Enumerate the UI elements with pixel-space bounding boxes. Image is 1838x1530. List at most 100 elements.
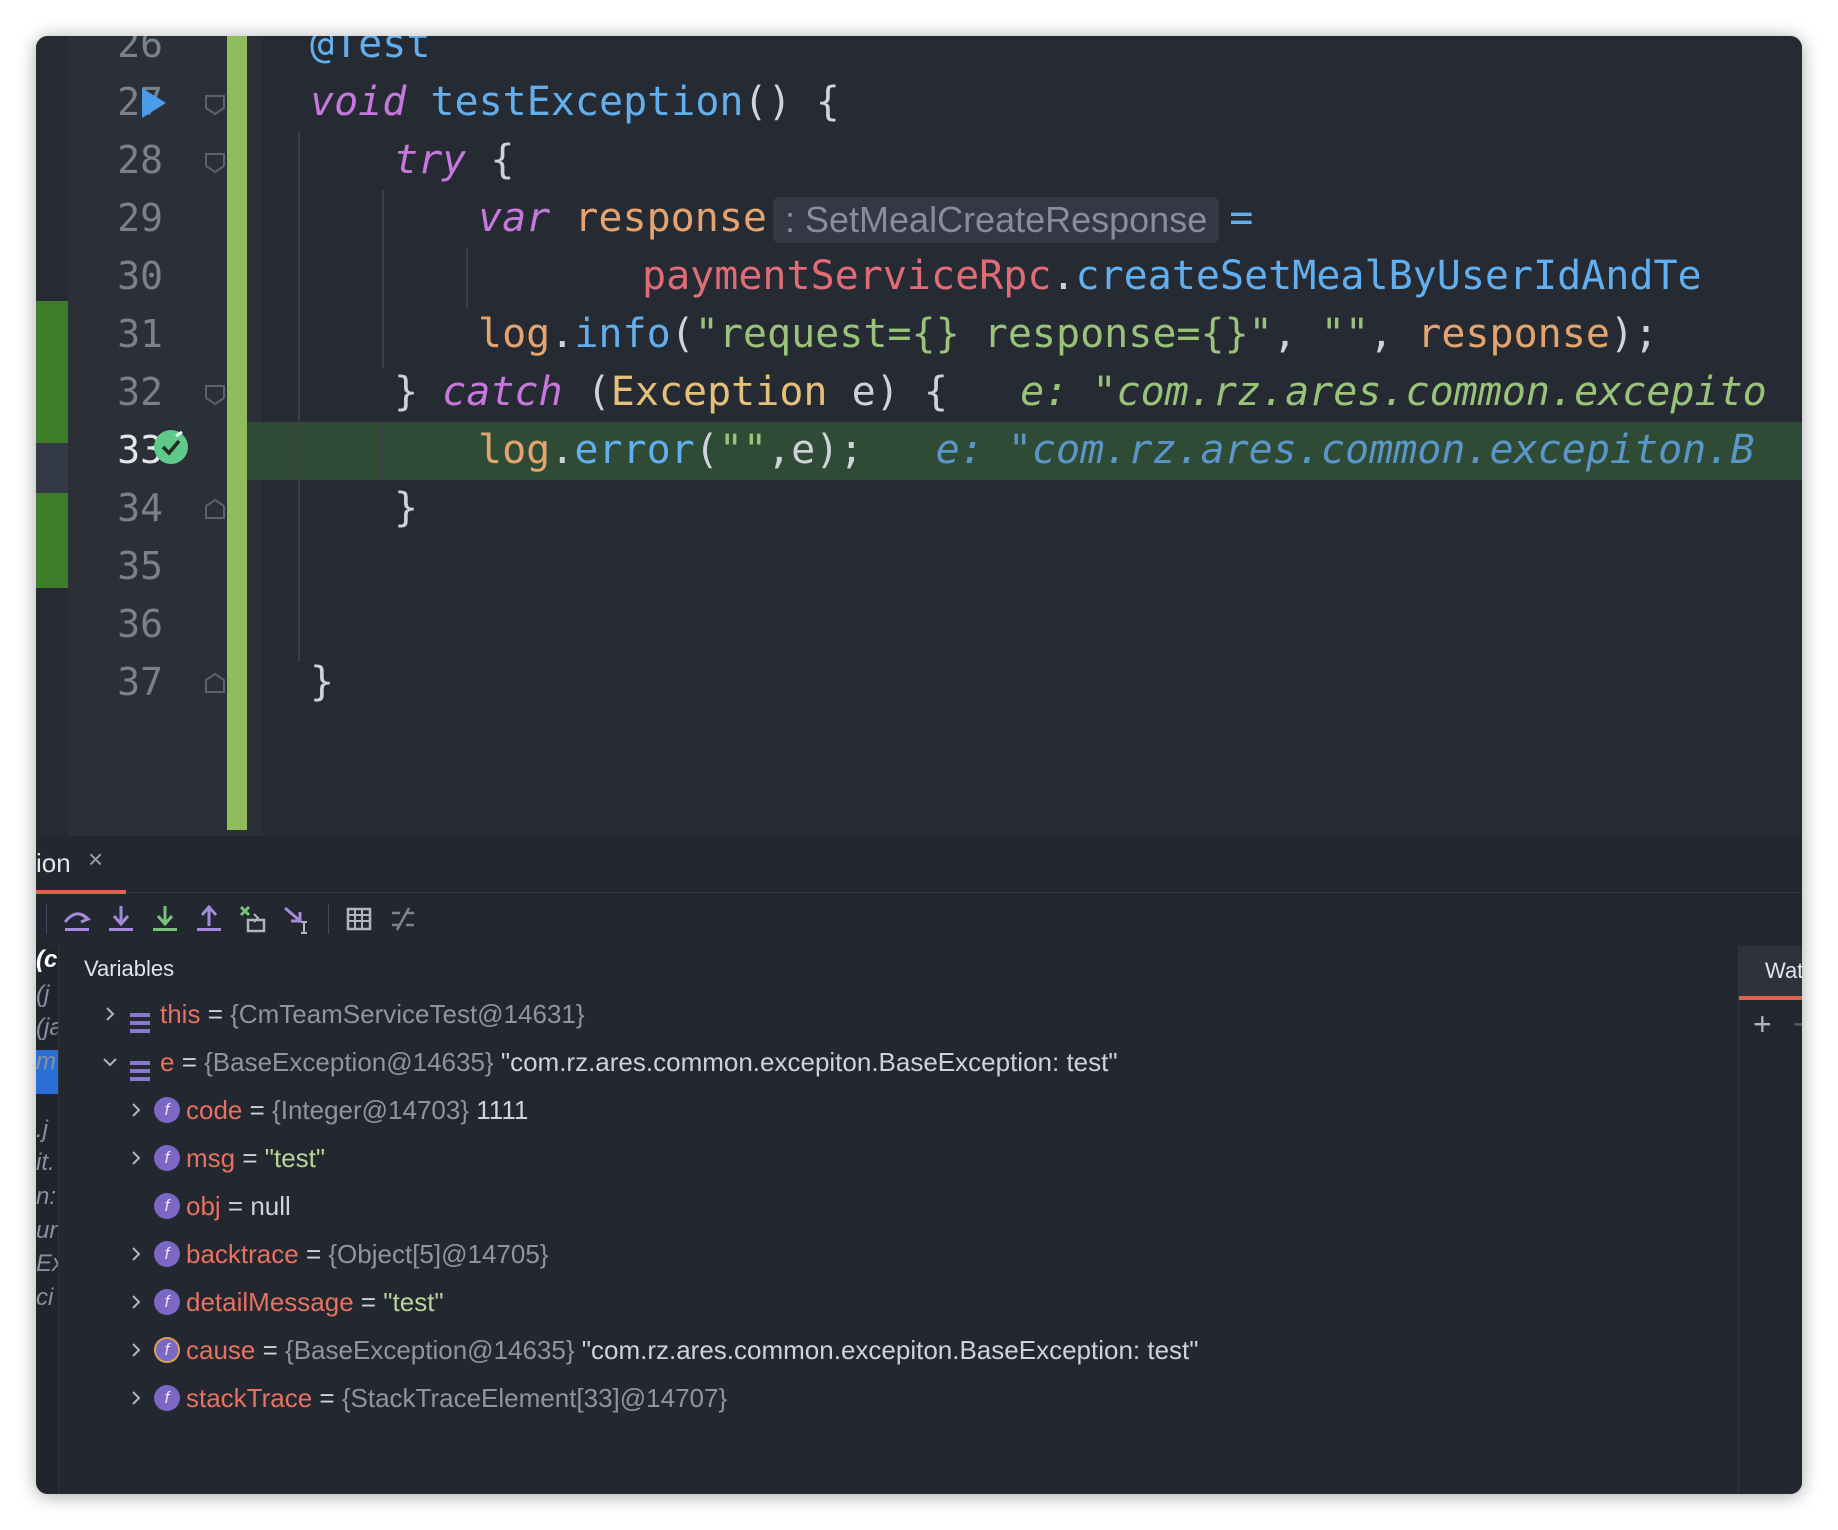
force-step-into-icon[interactable] (146, 900, 184, 938)
debugger-toolbar (36, 892, 1802, 946)
code-token: "request={} response={}" (694, 311, 1273, 357)
step-into-icon[interactable] (102, 900, 140, 938)
toolbar-separator (46, 904, 47, 934)
code-editor[interactable]: 26 @Test 27 void testException() {28 try {29… (36, 36, 1802, 836)
step-out-icon[interactable] (190, 900, 228, 938)
field-icon: f (154, 1193, 180, 1219)
variable-row[interactable]: f code = {Integer@14703} 1111 (60, 1086, 1736, 1134)
variable-equals: = (200, 999, 231, 1029)
run-test-icon[interactable] (142, 88, 166, 118)
frames-panel-edge[interactable]: (c (j (ja m .j it. n: un Ex ci (36, 946, 59, 1494)
code-token: paymentServiceRpc (642, 253, 1052, 299)
code-token: void (310, 79, 407, 125)
variable-equals: = (353, 1287, 384, 1317)
variable-text: e = {BaseException@14635} "com.rz.ares.c… (160, 1038, 1118, 1086)
current-line-marker (36, 443, 68, 493)
code-token: () { (743, 79, 840, 125)
debug-tab-bar: ion × (36, 836, 1802, 894)
remove-watch-icon[interactable]: − (1793, 1006, 1802, 1043)
inferred-type-hint: : SetMealCreateResponse (773, 197, 1220, 243)
variable-row[interactable]: f stackTrace = {StackTraceElement[33]@147… (60, 1374, 1736, 1422)
code-token: catch (442, 369, 563, 415)
watches-tab[interactable]: Watches (1739, 946, 1802, 1000)
evaluate-table-icon[interactable] (340, 900, 378, 938)
variable-value: "com.rz.ares.common.excepiton.BaseExcept… (493, 1047, 1118, 1077)
step-over-icon[interactable] (58, 900, 96, 938)
variable-value: null (250, 1191, 291, 1221)
variable-row[interactable]: f detailMessage = "test" (60, 1278, 1736, 1326)
chevron-right-icon[interactable] (126, 1374, 146, 1422)
code-token: try (394, 137, 467, 183)
code-token: , (1369, 311, 1418, 357)
variable-text: stackTrace = {StackTraceElement[33]@1470… (186, 1374, 727, 1422)
object-icon (128, 1002, 152, 1033)
trace-stream-icon[interactable] (384, 900, 422, 938)
variable-row[interactable]: e = {BaseException@14635} "com.rz.ares.c… (60, 1038, 1736, 1086)
code-token: info (574, 311, 671, 357)
variable-name: msg (186, 1143, 236, 1173)
fold-marker-icon[interactable] (204, 152, 226, 174)
variable-name: obj (186, 1191, 221, 1221)
frame-label-fragment: it. (36, 1149, 55, 1176)
code-token: e: "com.rz.ares.common.excepito (947, 369, 1767, 415)
code-line[interactable]: 37} (68, 648, 1802, 716)
variable-value: "test" (383, 1287, 444, 1317)
fold-marker-icon[interactable] (204, 384, 226, 406)
chevron-right-icon[interactable] (126, 1134, 146, 1182)
field-icon: f (154, 1289, 180, 1315)
variable-row[interactable]: f msg = "test" (60, 1134, 1736, 1182)
code-token: ( (562, 369, 611, 415)
code-token: log (478, 427, 551, 473)
fold-end-icon[interactable] (204, 498, 226, 520)
code-token: = (1229, 195, 1254, 241)
code-text[interactable]: } (310, 648, 334, 716)
chevron-right-icon[interactable] (126, 1278, 146, 1326)
chevron-down-icon[interactable] (100, 1038, 120, 1086)
chevron-right-icon[interactable] (126, 1086, 146, 1134)
code-token: response (1417, 311, 1610, 357)
fold-end-icon[interactable] (204, 672, 226, 694)
chevron-right-icon[interactable] (100, 990, 120, 1038)
variable-object-ref: {StackTraceElement[33]@14707} (341, 1383, 728, 1413)
breakpoint-hit-icon[interactable] (154, 430, 188, 464)
debug-session-tab-label: ion (36, 848, 71, 878)
editor-left-strip (36, 36, 68, 301)
code-token: } (394, 369, 443, 415)
line-number: 37 (117, 660, 163, 704)
variable-equals: = (298, 1239, 329, 1269)
close-icon[interactable]: × (88, 844, 103, 875)
variable-object-ref: {Object[5]@14705} (328, 1239, 549, 1269)
field-icon: f (154, 1097, 180, 1123)
debug-session-tab[interactable]: ion × (36, 836, 126, 894)
code-token: response (574, 195, 767, 241)
code-token: . (1051, 253, 1076, 299)
variables-panel[interactable]: Variables this = {CmTeamServiceTest@1463… (60, 946, 1736, 1494)
code-token: log (478, 311, 551, 357)
chevron-right-icon[interactable] (126, 1326, 146, 1374)
field-icon: f (154, 1385, 180, 1411)
frame-label-fragment: Ex (36, 1250, 58, 1277)
fold-marker-icon[interactable] (204, 94, 226, 116)
frame-label-fragment: n: (36, 1183, 57, 1210)
add-watch-icon[interactable]: + (1753, 1006, 1772, 1043)
variable-row[interactable]: f cause = {BaseException@14635} "com.rz.a… (60, 1326, 1736, 1374)
variable-object-ref: {CmTeamServiceTest@14631} (230, 999, 585, 1029)
variable-text: msg = "test" (186, 1134, 325, 1182)
variable-row[interactable]: f backtrace = {Object[5]@14705} (60, 1230, 1736, 1278)
frame-label-fragment: ci (36, 1284, 54, 1311)
drop-frame-icon[interactable] (234, 900, 272, 938)
watches-panel[interactable]: Watches + − (1738, 946, 1802, 1494)
variable-text: backtrace = {Object[5]@14705} (186, 1230, 549, 1278)
code-token: @Test (310, 36, 431, 67)
chevron-right-icon[interactable] (126, 1230, 146, 1278)
code-token: createSetMealByUserIdAndTe (1075, 253, 1702, 299)
variable-row[interactable]: this = {CmTeamServiceTest@14631} (60, 990, 1736, 1038)
vcs-change-marker (36, 301, 68, 443)
variable-name: cause (186, 1335, 256, 1365)
run-to-cursor-icon[interactable] (278, 900, 316, 938)
code-token: ); (1609, 311, 1659, 357)
debug-tool-window: ion × (c (j (j m .j it. n: u E ci Variab… (36, 836, 1802, 1494)
variable-row[interactable]: f obj = null (60, 1182, 1736, 1230)
